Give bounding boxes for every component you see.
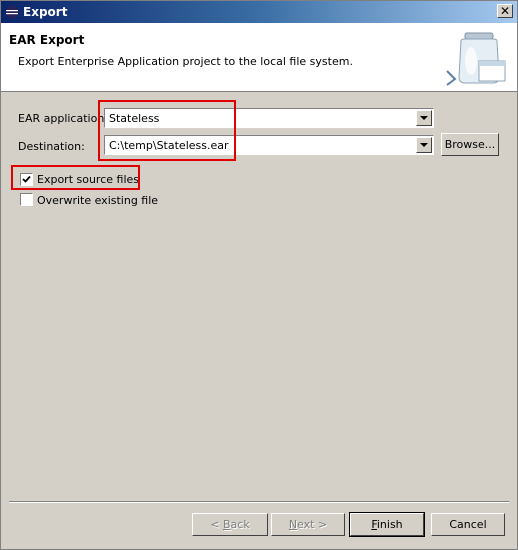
highlight-box-fields xyxy=(98,100,236,161)
back-button[interactable]: < Back xyxy=(192,513,268,536)
title-bar[interactable]: Export ✕ xyxy=(1,1,517,23)
window-title: Export xyxy=(23,5,68,19)
back-rest: ack xyxy=(230,518,250,531)
page-title: EAR Export xyxy=(9,33,85,47)
next-button[interactable]: Next > xyxy=(271,513,345,536)
finish-rest: inish xyxy=(376,518,403,531)
close-icon: ✕ xyxy=(499,4,511,18)
destination-dropdown-button[interactable] xyxy=(416,137,432,153)
back-mnemonic: B xyxy=(223,518,231,531)
cancel-button[interactable]: Cancel xyxy=(431,513,505,536)
ear-application-dropdown-button[interactable] xyxy=(416,110,432,126)
destination-label: Destination: xyxy=(18,140,85,153)
eclipse-icon xyxy=(6,6,18,18)
highlight-box-export-source xyxy=(11,165,140,190)
chevron-down-icon xyxy=(420,116,428,120)
jar-export-icon xyxy=(446,32,506,86)
page-description: Export Enterprise Application project to… xyxy=(18,55,353,68)
export-dialog: Export ✕ EAR Export Export Enterprise Ap… xyxy=(0,0,518,550)
next-mnemonic: N xyxy=(288,518,298,531)
next-rest: ext > xyxy=(297,518,328,531)
back-prefix: < xyxy=(210,518,223,531)
close-button[interactable]: ✕ xyxy=(497,4,513,18)
wizard-header: EAR Export Export Enterprise Application… xyxy=(1,23,517,92)
overwrite-label[interactable]: Overwrite existing file xyxy=(37,194,158,207)
overwrite-checkbox[interactable] xyxy=(20,193,33,206)
button-bar-separator xyxy=(9,501,509,503)
chevron-down-icon xyxy=(420,143,428,147)
ear-application-label: EAR application: xyxy=(18,112,108,125)
finish-button[interactable]: Finish xyxy=(349,512,425,537)
browse-button[interactable]: Browse... xyxy=(441,133,499,156)
